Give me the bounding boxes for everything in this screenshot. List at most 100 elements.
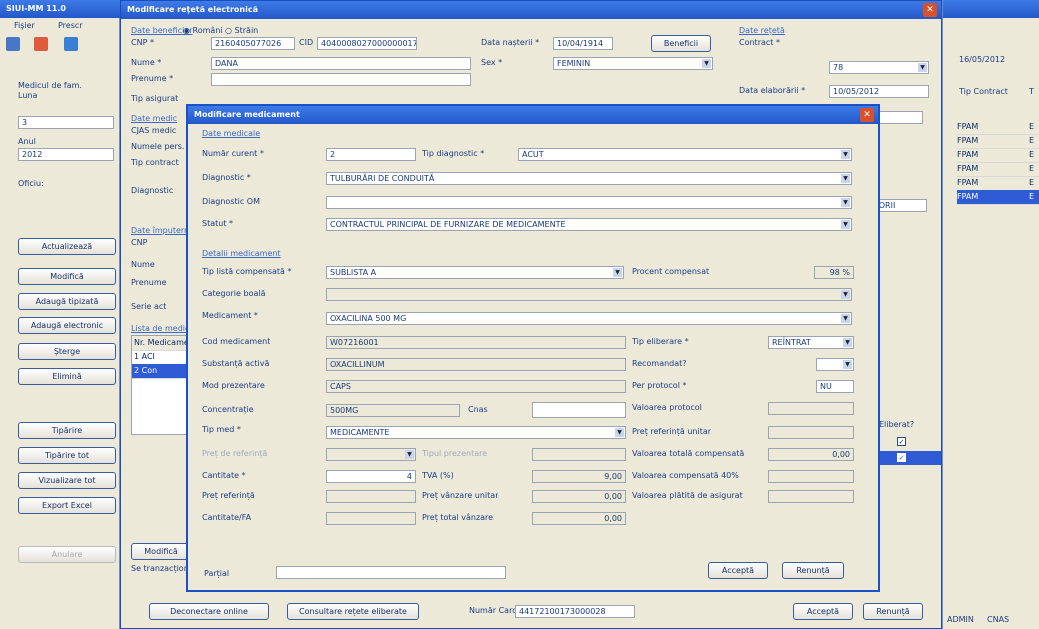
status-field[interactable]: CONTRACTUL PRINCIPAL DE FURNIZARE DE MED… [326,218,852,231]
medicine-field[interactable]: OXACILINA 500 MG ▼ [326,312,852,325]
diagnostic-field[interactable]: TULBURĂRI DE CONDUITĂ ▼ [326,172,852,185]
print-button[interactable]: Tipărire [18,422,116,439]
disconnect-button[interactable]: Deconectare online [149,603,269,620]
refresh-button[interactable]: Actualizează [18,238,116,255]
med-type-field[interactable]: MEDICAMENTE ▼ [326,426,626,439]
row-type: FPAM [957,136,979,145]
diag-om-field[interactable]: ▼ [326,196,852,209]
dialog-accept-button[interactable]: Acceptă [708,562,768,579]
month-field[interactable]: 3 [18,116,114,129]
cnp-field[interactable]: 2160405077026 [211,37,295,50]
print-all-button[interactable]: Tipărire tot [18,447,116,464]
list-item[interactable]: FPAM E [957,120,1039,135]
release-type-field[interactable]: REÎNTRAT ▼ [768,336,854,349]
row-cell: E [1029,178,1035,187]
name-field[interactable]: DANA [211,57,471,70]
sex-label: Sex * [481,58,503,67]
view-all-button[interactable]: Vizualizare tot [18,472,116,489]
chevron-down-icon[interactable]: ▼ [613,268,622,277]
paid-value-field [768,490,854,503]
row-type: FPAM [957,178,979,187]
chevron-down-icon[interactable]: ▼ [841,290,850,299]
cancel-main-button[interactable]: Renunță [863,603,923,620]
chevron-down-icon: ▼ [405,450,414,459]
radio-roman[interactable]: ◉ Români [183,25,223,37]
toolbar-icon-a[interactable] [6,37,20,51]
left-title: SIUI-MM 11.0 [6,4,66,13]
recommended-label: Recomandat? [632,359,687,368]
main-title-bar: Modificare reţetă electronică [121,1,941,19]
sex-field[interactable]: FEMININ ▼ [553,57,713,70]
list-type-field[interactable]: SUBLISTA A ▼ [326,266,624,279]
eliminate-button[interactable]: Elimină [18,368,116,385]
released-checkbox-1[interactable]: ✓ [897,437,906,446]
row1-nr: 1 [134,352,140,361]
protocol-field[interactable]: NU [816,380,854,393]
ref-price2-label: Preț referință [202,491,255,500]
add-electronic-button[interactable]: Adaugă electronic [18,317,116,334]
category-label: Categorie boală [202,289,266,298]
chevron-down-icon[interactable]: ▼ [841,174,850,183]
doc-series-label: Serie act [131,302,167,311]
table-modify-button[interactable]: Modifică [131,543,191,560]
row-type: FPAM [957,150,979,159]
menu-file[interactable]: Fişier [14,20,35,32]
toolbar-icon-c[interactable] [64,37,78,51]
chevron-down-icon[interactable]: ▼ [918,63,927,72]
mode-field: CAPS [326,380,626,393]
surname-field[interactable] [211,73,471,86]
table-row-selected[interactable]: 2 Con [132,364,190,379]
recommended-field[interactable]: ▼ [816,358,854,371]
percent-label: Procent compensat [632,267,710,276]
chevron-down-icon[interactable]: ▼ [843,360,852,369]
list-item[interactable]: FPAM E [957,162,1039,177]
list-item[interactable]: FPAM E [957,148,1039,163]
chevron-down-icon[interactable]: ▼ [615,428,624,437]
vat-label: TVA (%) [422,471,454,480]
category-field[interactable]: ▼ [326,288,852,301]
modify-button[interactable]: Modifică [18,268,116,285]
card-field[interactable]: 44172100173000028 [515,605,635,618]
status-label: Statut * [202,219,234,228]
dialog-close-icon[interactable]: ✕ [860,108,874,122]
chevron-down-icon[interactable]: ▼ [841,150,850,159]
partial-field[interactable] [276,566,506,579]
cid-field[interactable]: 40400080270000000172 [317,37,417,50]
elab-date-label: Data elaborării * [739,86,806,95]
medicine-table: Nr. Medicament 1 ACI 2 Con [131,335,191,435]
row2-nr: 2 [134,366,140,375]
chevron-down-icon[interactable]: ▼ [702,59,711,68]
accept-main-button[interactable]: Acceptă [793,603,853,620]
mode-label: Mod prezentare [202,381,265,390]
benefits-button[interactable]: Beneficii [651,35,711,52]
toolbar-icon-b[interactable] [34,37,48,51]
quantity-field[interactable]: 4 [326,470,416,483]
current-number-field[interactable]: 2 [326,148,416,161]
cnas-field[interactable] [532,402,626,418]
list-item[interactable]: FPAM E [957,176,1039,191]
dialog-cancel-button[interactable]: Renunță [782,562,844,579]
delete-button[interactable]: Șterge [18,343,116,360]
contract-field[interactable]: 78 ▼ [829,61,929,74]
chevron-down-icon[interactable]: ▼ [841,220,850,229]
chevron-down-icon[interactable]: ▼ [843,338,852,347]
chevron-down-icon[interactable]: ▼ [841,198,850,207]
chevron-down-icon[interactable]: ▼ [841,314,850,323]
released-checkbox-2[interactable]: ✓ [897,453,906,462]
diag-type-field[interactable]: ACUT ▼ [518,148,852,161]
table-row[interactable]: 1 ACI [132,350,190,365]
list-item[interactable]: FPAM E [957,134,1039,149]
cnp-label: CNP * [131,38,154,47]
radio-strain[interactable]: ○ Străin [225,25,258,37]
dialog-title-bar: Modificare medicament [188,106,878,124]
export-excel-button[interactable]: Export Excel [18,497,116,514]
elab-date-field[interactable]: 10/05/2012 [829,85,929,98]
list-item-selected[interactable]: FPAM E [957,190,1039,205]
add-typed-button[interactable]: Adaugă tipizată [18,293,116,310]
consult-button[interactable]: Consultare rețete eliberate [287,603,419,620]
close-icon[interactable]: ✕ [923,3,937,17]
year-field[interactable]: 2012 [18,148,114,161]
menu-prescr[interactable]: Prescr [58,20,83,32]
birth-field[interactable]: 10/04/1914 [553,37,613,50]
birth-label: Data nașterii * [481,38,540,47]
